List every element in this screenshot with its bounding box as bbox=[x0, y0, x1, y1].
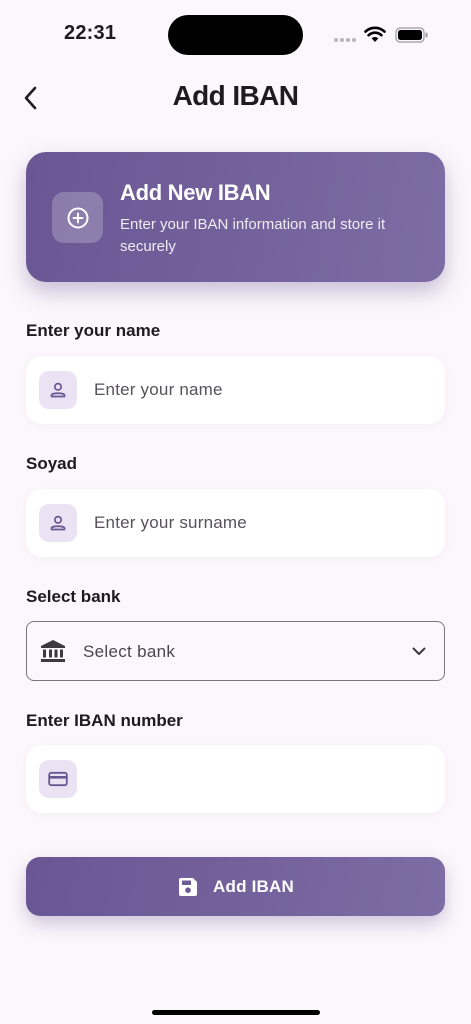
chevron-down-icon bbox=[412, 647, 426, 655]
page-title: Add IBAN bbox=[172, 80, 299, 111]
person-icon bbox=[50, 382, 66, 398]
bank-icon bbox=[41, 640, 65, 662]
iban-icon-box bbox=[39, 760, 77, 798]
iban-label: Enter IBAN number bbox=[26, 711, 183, 730]
name-label: Enter your name bbox=[26, 321, 161, 340]
bank-select-value: Select bank bbox=[83, 642, 176, 661]
dynamic-island bbox=[168, 15, 303, 55]
name-input[interactable] bbox=[94, 356, 424, 424]
add-iban-button[interactable]: Add IBAN bbox=[26, 857, 445, 916]
info-banner: Add New IBAN Enter your IBAN information… bbox=[26, 152, 445, 282]
iban-input[interactable] bbox=[94, 745, 424, 813]
status-time: 22:31 bbox=[64, 22, 117, 44]
iban-field[interactable] bbox=[26, 745, 445, 813]
home-indicator[interactable] bbox=[152, 1010, 320, 1015]
bank-select[interactable]: Select bank bbox=[26, 621, 445, 681]
add-iban-button-label: Add IBAN bbox=[213, 876, 294, 896]
name-icon-box bbox=[39, 371, 77, 409]
wifi-icon bbox=[364, 26, 386, 42]
save-icon bbox=[179, 877, 198, 896]
surname-label: Soyad bbox=[26, 454, 78, 473]
banner-title: Add New IBAN bbox=[120, 180, 271, 205]
bank-label: Select bank bbox=[26, 587, 121, 606]
add-iban-screen: 22:31 Add IBAN Add New IBAN Enter your I… bbox=[0, 0, 471, 1024]
surname-field[interactable] bbox=[26, 489, 445, 557]
battery-icon bbox=[395, 27, 428, 43]
surname-input[interactable] bbox=[94, 489, 424, 557]
plus-circle-icon bbox=[67, 207, 88, 228]
banner-subtitle: Enter your IBAN information and store it… bbox=[120, 216, 386, 255]
surname-icon-box bbox=[39, 504, 77, 542]
banner-icon-box bbox=[52, 192, 103, 243]
person-icon bbox=[50, 515, 66, 531]
cellular-signal-icon bbox=[334, 38, 356, 42]
name-field[interactable] bbox=[26, 356, 445, 424]
card-icon bbox=[48, 771, 68, 787]
